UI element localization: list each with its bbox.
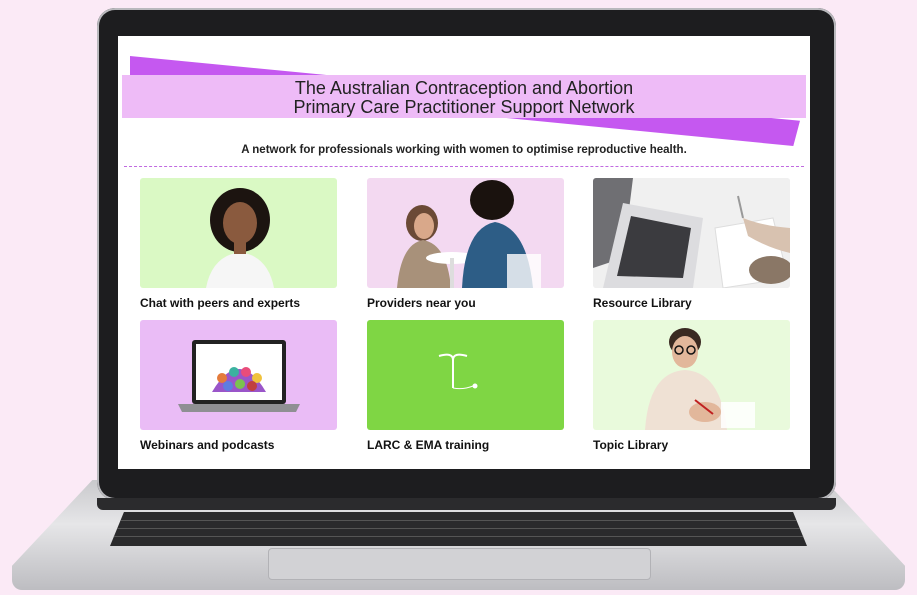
card-chat[interactable]: Chat with peers and experts (140, 178, 337, 310)
laptop-screen: The Australian Contraception and Abortio… (118, 36, 810, 469)
card-webinars-label[interactable]: Webinars and podcasts (140, 438, 274, 452)
laptop-trackpad (268, 548, 651, 580)
card-providers[interactable]: Providers near you (367, 178, 564, 310)
laptop-mockup: The Australian Contraception and Abortio… (0, 0, 917, 595)
card-larc-image[interactable] (367, 320, 564, 430)
consultation-photo-icon (397, 180, 541, 288)
card-topics[interactable]: Topic Library (593, 320, 790, 452)
dotted-divider (124, 166, 804, 167)
card-topics-label[interactable]: Topic Library (593, 438, 668, 452)
card-larc[interactable]: LARC & EMA training (367, 320, 564, 452)
card-webinars-image[interactable] (140, 320, 337, 430)
card-resources-label[interactable]: Resource Library (593, 296, 692, 310)
laptop-video-icon (178, 340, 300, 412)
card-providers-label[interactable]: Providers near you (367, 296, 476, 310)
laptop-desk-photo-icon (593, 178, 790, 288)
card-webinars[interactable]: Webinars and podcasts (140, 320, 337, 452)
card-resources-image[interactable] (593, 178, 790, 288)
card-chat-label[interactable]: Chat with peers and experts (140, 296, 300, 310)
woman-with-glasses-icon (645, 328, 755, 430)
iud-icon (438, 353, 478, 390)
page-title-banner: The Australian Contraception and Abortio… (122, 75, 806, 118)
laptop-keyboard (110, 512, 807, 546)
laptop-hinge (97, 498, 836, 510)
card-larc-label[interactable]: LARC & EMA training (367, 438, 489, 452)
card-topics-image[interactable] (593, 320, 790, 430)
card-resources[interactable]: Resource Library (593, 178, 790, 310)
card-providers-image[interactable] (367, 178, 564, 288)
card-chat-image[interactable] (140, 178, 337, 288)
woman-portrait-icon (206, 188, 274, 288)
page-title-line-1: The Australian Contraception and Abortio… (294, 78, 634, 98)
tagline: A network for professionals working with… (241, 144, 687, 156)
page-title-line-2: Primary Care Practitioner Support Networ… (293, 97, 635, 117)
